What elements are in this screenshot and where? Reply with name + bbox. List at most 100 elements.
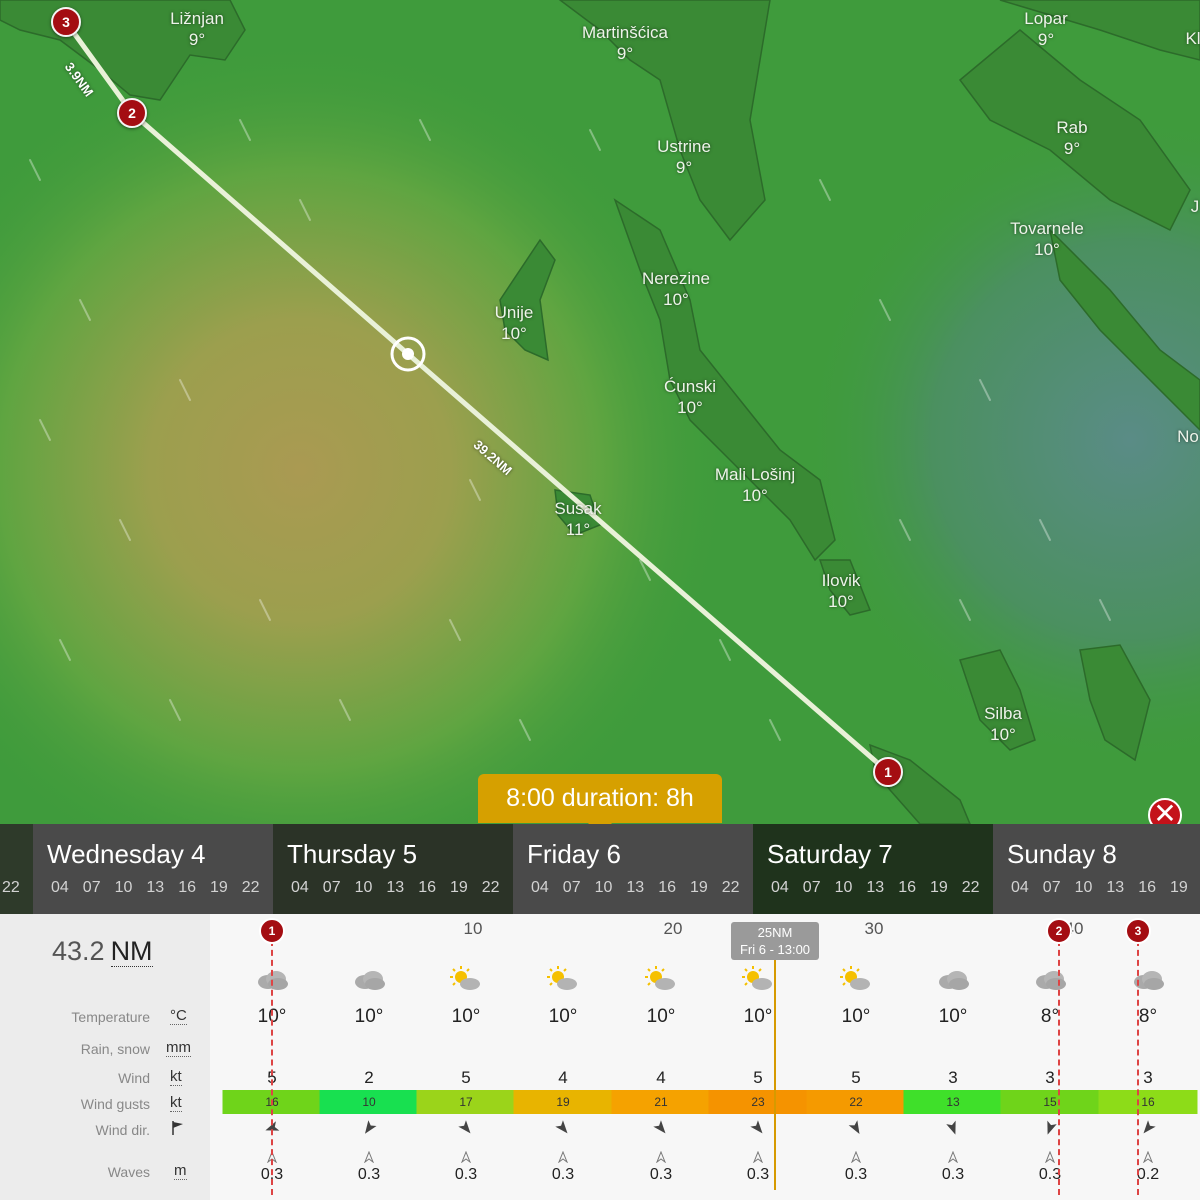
panel-marker-3[interactable]: 3 (1125, 918, 1151, 944)
day-thursday[interactable]: Thursday 5 04 07 10 13 16 19 22 (273, 824, 513, 914)
gust-cell: 17 (416, 1090, 516, 1114)
partly-sunny-icon (838, 966, 874, 997)
wave-height-value: 0.3 (941, 1166, 965, 1183)
wind-value: 3 (1045, 1068, 1055, 1087)
wave-height-value: 0.3 (746, 1166, 770, 1183)
partly-sunny-icon (545, 966, 581, 997)
wind-arrow-icon (1042, 1120, 1058, 1141)
gust-cell: 22 (806, 1090, 906, 1114)
day-name: Friday 6 (527, 839, 621, 869)
cloudy-icon (351, 966, 387, 997)
distance-scale-tick: 30 (864, 919, 884, 938)
panel-marker-1[interactable]: 1 (259, 918, 285, 944)
hour-labels: 04 07 10 13 16 19 22 (51, 879, 260, 896)
route-marker-3[interactable]: 3 (51, 7, 81, 37)
wind-value: 2 (364, 1068, 374, 1087)
temperature-value: 10° (451, 1006, 481, 1027)
row-label-wind-dir: Wind dir. (95, 1122, 150, 1138)
place-liznjan: Ližnjan 9° (170, 9, 224, 49)
duration-badge[interactable]: 8:00 duration: 8h (478, 774, 722, 824)
gust-cell: 10 (319, 1090, 419, 1114)
place-cunski: Ćunski 10° (664, 377, 716, 417)
wind-arrow-icon (458, 1120, 474, 1141)
place-tovarnele: Tovarnele 10° (1010, 219, 1084, 259)
place-nerezine: Nerezine 10° (641, 269, 711, 309)
wind-value: 4 (558, 1068, 568, 1087)
panel-marker-2[interactable]: 2 (1046, 918, 1072, 944)
row-label-temperature: Temperature (71, 1009, 150, 1025)
day-timeline[interactable]: 22 Wednesday 4 04 07 10 13 16 19 22 Thursday 5… (0, 824, 1200, 914)
hour-labels: 22 (2, 879, 20, 896)
day-name: Sunday 8 (1007, 839, 1117, 869)
temperature-value: 8° (1040, 1006, 1060, 1027)
cloudy-icon (1130, 966, 1166, 997)
wave-height-value: 0.2 (1136, 1166, 1160, 1183)
close-button[interactable]: ✕ (1148, 798, 1182, 824)
temperature-value: 10° (841, 1006, 871, 1027)
temperature-value: 8° (1138, 1006, 1158, 1027)
wind-map[interactable]: Ližnjan 9° Martinšćica 9° Lopar 9° Rab 9° Us… (0, 0, 1200, 824)
distance-scale-tick: 10 (463, 919, 483, 938)
waypoint-line-2 (1058, 930, 1060, 1195)
wind-value: 5 (753, 1068, 763, 1087)
hour-labels: 04 07 10 13 16 19 22 (771, 879, 980, 896)
day-wednesday[interactable]: Wednesday 4 04 07 10 13 16 19 22 (33, 824, 273, 914)
temperature-unit[interactable]: °C (170, 1007, 187, 1025)
distance-value: 43.2 (52, 936, 105, 966)
day-saturday[interactable]: Saturday 7 04 07 10 13 16 19 22 (753, 824, 993, 914)
day-sunday[interactable]: Sunday 8 04 07 10 13 16 19 (993, 824, 1200, 914)
cloudy-icon (1032, 966, 1068, 997)
wind-value: 5 (461, 1068, 471, 1087)
route-marker-1[interactable]: 1 (873, 757, 903, 787)
wind-arrow-icon (555, 1120, 571, 1141)
temperature-value: 10° (646, 1006, 676, 1027)
cursor-distance: 25NM (757, 925, 793, 940)
gusts-unit[interactable]: kt (170, 1094, 182, 1112)
gust-cell: 15 (1000, 1090, 1100, 1114)
wave-height-value: 0.3 (649, 1166, 673, 1183)
place-rab: Rab 9° (1056, 118, 1088, 158)
current-time-line[interactable] (774, 930, 776, 1190)
route-cursor-dot (402, 348, 414, 360)
wind-gusts-bar: 16 10 17 19 21 23 22 13 15 16 (210, 1090, 1200, 1114)
partly-sunny-icon (643, 966, 679, 997)
hour-labels: 04 07 10 13 16 19 22 (291, 879, 500, 896)
place-mali-losinj: Mali Lošinj 10° (714, 465, 796, 505)
row-label-waves: Waves (107, 1164, 150, 1180)
day-prev[interactable]: 22 (0, 824, 33, 914)
partly-sunny-icon (740, 966, 776, 997)
place-martinscica: Martinšćica 9° (582, 23, 668, 63)
distance-scale-tick: 20 (663, 919, 683, 938)
row-label-wind: Wind (118, 1070, 150, 1086)
place-silba: Silba 10° (984, 704, 1022, 744)
place-ustrine: Ustrine 9° (657, 137, 711, 177)
day-friday[interactable]: Friday 6 04 07 10 13 16 19 22 (513, 824, 753, 914)
wave-height-value: 0.3 (551, 1166, 575, 1183)
waves-unit[interactable]: m (174, 1162, 187, 1180)
wave-height-value: 0.3 (454, 1166, 478, 1183)
gust-cell: 23 (708, 1090, 808, 1114)
wind-arrow-icon (848, 1120, 864, 1141)
flag-icon[interactable] (170, 1120, 186, 1140)
wind-unit[interactable]: kt (170, 1068, 182, 1086)
temperature-value: 10° (548, 1006, 578, 1027)
waypoint-line-3 (1137, 930, 1139, 1195)
route-distance: 43.2 NM (52, 936, 153, 967)
distance-unit[interactable]: NM (110, 936, 153, 967)
place-ilovik: Ilovik 10° (821, 571, 861, 611)
temperature-value: 10° (938, 1006, 968, 1027)
route-forecast-panel: 43.2 NM Temperature °C Rain, snow mm Wind… (0, 914, 1200, 1200)
row-label-gusts: Wind gusts (80, 1096, 150, 1112)
wind-arrow-icon (945, 1120, 961, 1141)
wave-height-value: 0.3 (357, 1166, 381, 1183)
gust-cell: 13 (903, 1090, 1003, 1114)
partly-sunny-icon (448, 966, 484, 997)
row-label-rain: Rain, snow (80, 1041, 150, 1057)
wind-arrow-icon (1140, 1120, 1156, 1141)
wind-value: 3 (948, 1068, 958, 1087)
wind-arrow-icon (750, 1120, 766, 1141)
rain-unit[interactable]: mm (166, 1039, 191, 1057)
day-name: Thursday 5 (287, 839, 418, 869)
route-marker-2[interactable]: 2 (117, 98, 147, 128)
cloudy-icon (935, 966, 971, 997)
